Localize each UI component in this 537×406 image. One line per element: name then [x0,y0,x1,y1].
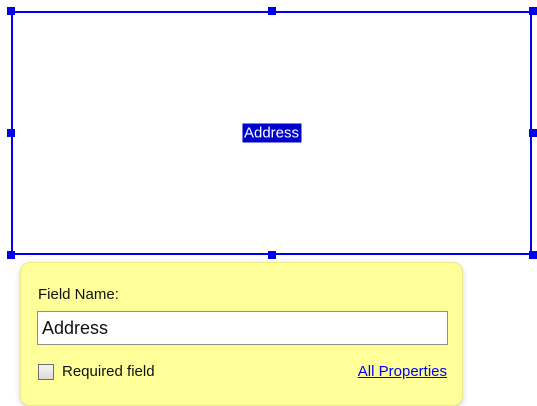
resize-handle-middle-left[interactable] [7,129,15,137]
all-properties-link[interactable]: All Properties [358,363,447,380]
field-properties-popup: Field Name: Required field All Propertie… [20,262,463,406]
resize-handle-top-right[interactable] [529,7,537,15]
resize-handle-bottom-left[interactable] [7,251,15,259]
resize-handle-top-center[interactable] [268,7,276,15]
resize-handle-middle-right[interactable] [529,129,537,137]
resize-handle-bottom-right[interactable] [529,251,537,259]
resize-handle-bottom-center[interactable] [268,251,276,259]
required-field-label[interactable]: Required field [62,363,155,380]
resize-handle-top-left[interactable] [7,7,15,15]
field-name-input[interactable] [37,311,448,345]
required-field-checkbox[interactable] [38,364,54,380]
field-name-label: Field Name: [38,286,119,303]
field-placeholder-label: Address [241,123,302,143]
text-field-box[interactable]: Address [11,11,532,255]
